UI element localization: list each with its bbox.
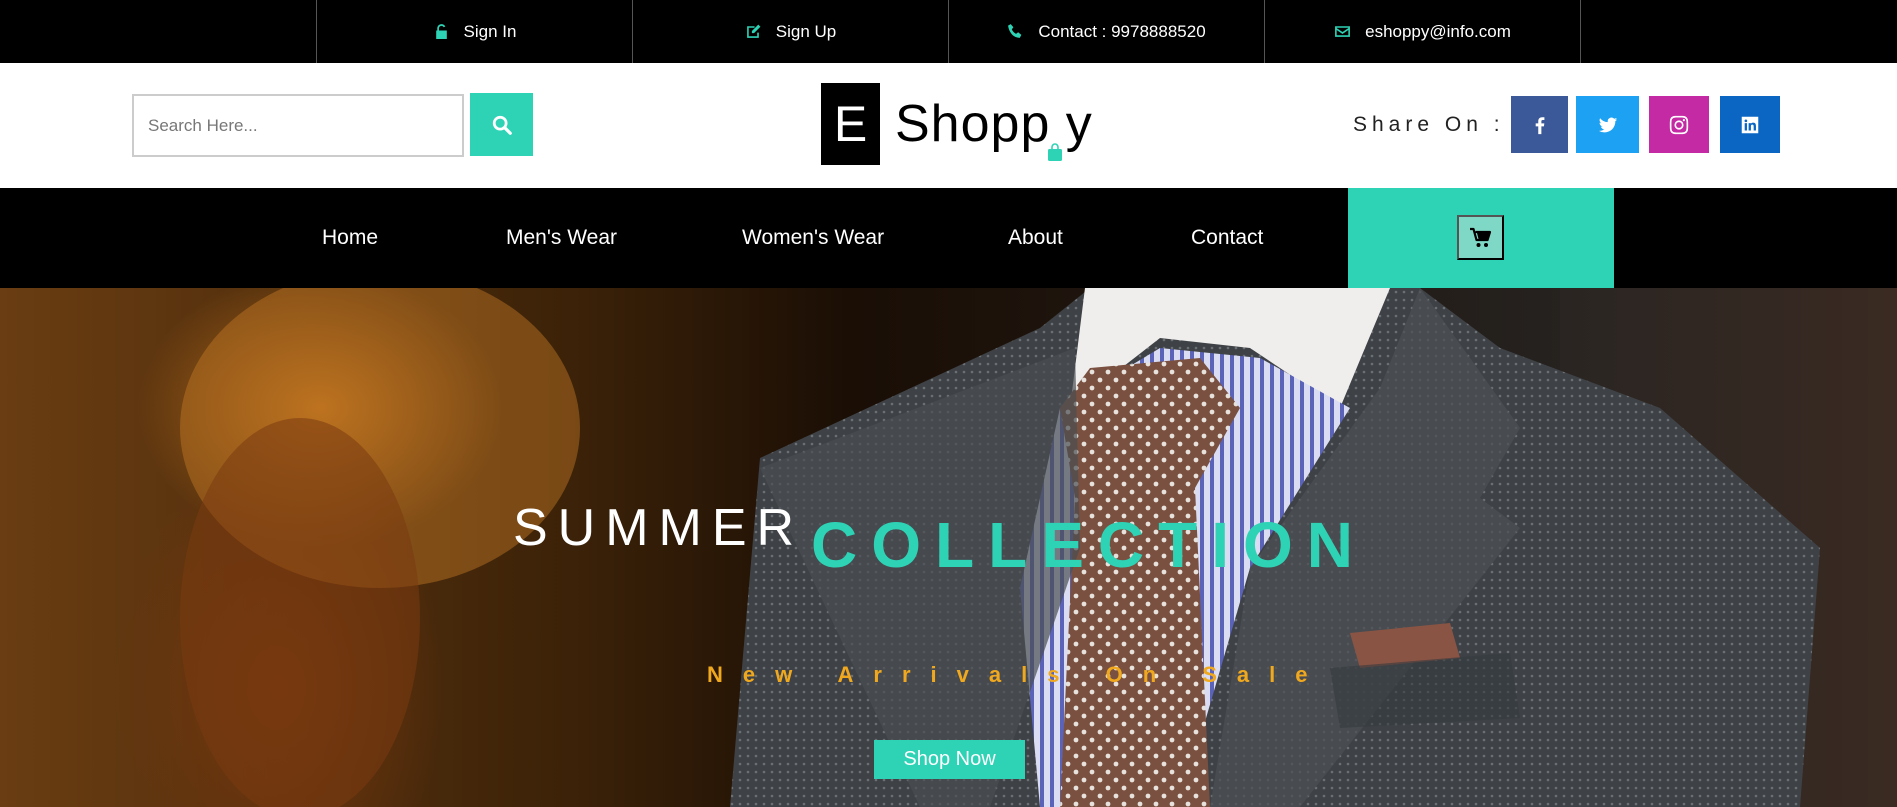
contact-label: Contact : 9978888520 — [1038, 21, 1206, 41]
phone-icon — [1007, 23, 1024, 40]
nav-home[interactable]: Home — [322, 188, 378, 288]
nav-womens-wear[interactable]: Women's Wear — [742, 188, 884, 288]
sign-up-link[interactable]: Sign Up — [632, 0, 948, 63]
sign-up-label: Sign Up — [775, 21, 837, 41]
hero-title-collection: COLLECTION — [811, 509, 1367, 581]
hero-subtitle: New Arrivals On Sale — [707, 662, 1328, 687]
contact-phone: Contact : 9978888520 — [948, 0, 1264, 63]
site-logo[interactable]: E Shopp y — [821, 83, 1093, 165]
facebook-icon — [1535, 116, 1544, 134]
nav-about[interactable]: About — [1008, 188, 1063, 288]
logo-letter: E — [821, 83, 880, 165]
linkedin-button[interactable] — [1720, 96, 1780, 153]
share-label: Share On : — [1353, 113, 1505, 136]
main-nav: Home Men's Wear Women's Wear About Conta… — [0, 188, 1897, 288]
facebook-button[interactable] — [1511, 96, 1568, 153]
site-header: E Shopp y Share On : — [0, 63, 1897, 188]
twitter-icon — [1598, 117, 1617, 132]
shop-now-button[interactable]: Shop Now — [874, 740, 1025, 779]
linkedin-icon — [1741, 116, 1759, 133]
sign-in-link[interactable]: Sign In — [316, 0, 632, 63]
cart-icon — [1469, 227, 1491, 247]
hero-title-summer: SUMMER — [513, 499, 805, 557]
envelope-icon — [1334, 23, 1351, 40]
top-bar: Sign In Sign Up Contact : 9978888520 esh… — [0, 0, 1897, 63]
nav-contact[interactable]: Contact — [1191, 188, 1263, 288]
instagram-button[interactable] — [1649, 96, 1709, 153]
nav-mens-wear[interactable]: Men's Wear — [506, 188, 617, 288]
lock-icon — [433, 23, 450, 40]
search-button[interactable] — [470, 93, 533, 156]
email-label: eshoppy@info.com — [1365, 21, 1511, 41]
hero-banner: SUMMER COLLECTION New Arrivals On Sale S… — [0, 288, 1897, 807]
twitter-button[interactable] — [1576, 96, 1639, 153]
shopping-bag-icon — [1048, 143, 1062, 161]
cart-button[interactable] — [1457, 215, 1504, 260]
cart-area — [1348, 188, 1614, 288]
edit-icon — [745, 23, 762, 40]
sign-in-label: Sign In — [463, 21, 517, 41]
search-icon — [492, 115, 512, 135]
email-link[interactable]: eshoppy@info.com — [1264, 0, 1581, 63]
search-input[interactable] — [132, 94, 464, 157]
instagram-icon — [1669, 115, 1689, 134]
logo-text: Shopp y — [895, 95, 1093, 153]
